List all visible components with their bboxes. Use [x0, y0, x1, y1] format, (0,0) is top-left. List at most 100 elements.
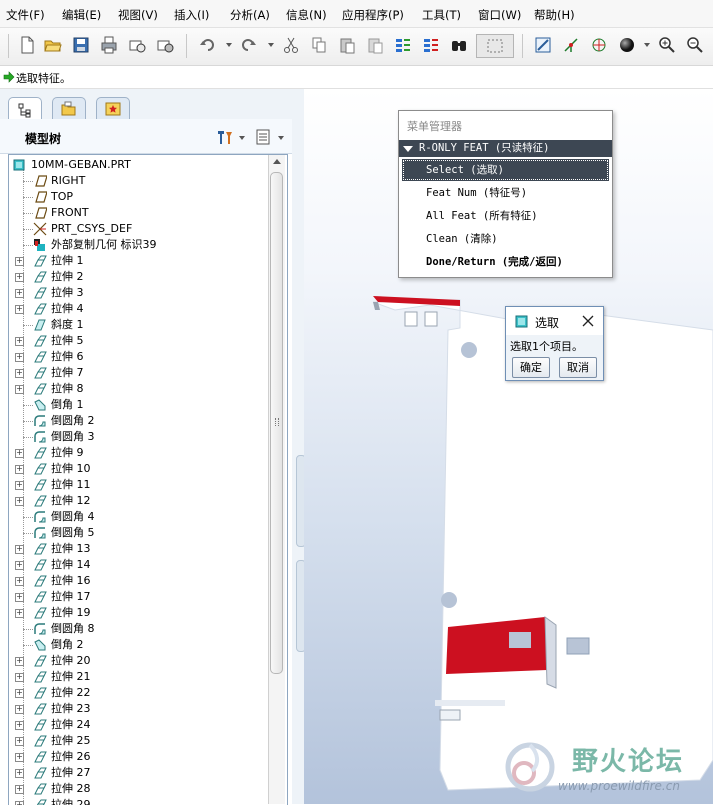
menu-tools[interactable]: 工具(T): [422, 7, 461, 23]
menu-analysis[interactable]: 分析(A): [230, 7, 270, 23]
ok-button[interactable]: 确定: [512, 357, 550, 378]
spin-center-icon[interactable]: [560, 34, 582, 56]
tree-item[interactable]: + 拉伸 16: [9, 573, 267, 589]
panel-splitter[interactable]: [292, 89, 304, 804]
expand-icon[interactable]: +: [15, 737, 24, 746]
expand-icon[interactable]: +: [15, 449, 24, 458]
email-icon[interactable]: [126, 34, 148, 56]
menu-item-clean[interactable]: Clean (清除): [402, 228, 609, 250]
menu-info[interactable]: 信息(N): [286, 7, 327, 23]
redo-icon[interactable]: [238, 34, 260, 56]
tree-item[interactable]: + 拉伸 26: [9, 749, 267, 765]
select-box-icon[interactable]: [476, 34, 514, 58]
tree-item[interactable]: + 拉伸 14: [9, 557, 267, 573]
tree-item[interactable]: + 拉伸 19: [9, 605, 267, 621]
tab-favorites[interactable]: [96, 97, 130, 120]
tree-item[interactable]: 倒角 1: [9, 397, 267, 413]
shading-icon[interactable]: [616, 34, 638, 56]
expand-icon[interactable]: +: [15, 657, 24, 666]
expand-icon[interactable]: +: [15, 689, 24, 698]
tree-item[interactable]: + 拉伸 3: [9, 285, 267, 301]
menu-item-all-feat[interactable]: All Feat (所有特征): [402, 205, 609, 227]
expand-icon[interactable]: +: [15, 577, 24, 586]
tree-root-item[interactable]: 10MM-GEBAN.PRT: [9, 157, 267, 173]
copy-icon[interactable]: [308, 34, 330, 56]
tree-item[interactable]: + 拉伸 9: [9, 445, 267, 461]
regenerate-icon[interactable]: [392, 34, 414, 56]
expand-icon[interactable]: +: [15, 465, 24, 474]
menu-window[interactable]: 窗口(W): [478, 7, 521, 23]
tree-item[interactable]: + 拉伸 4: [9, 301, 267, 317]
tree-item[interactable]: PRT_CSYS_DEF: [9, 221, 267, 237]
zoom-in-icon[interactable]: [656, 34, 678, 56]
tree-item[interactable]: + 拉伸 1: [9, 253, 267, 269]
regen-manager-icon[interactable]: [420, 34, 442, 56]
tree-item[interactable]: + 拉伸 11: [9, 477, 267, 493]
scroll-up-icon[interactable]: [273, 159, 281, 164]
undo-icon[interactable]: [196, 34, 218, 56]
expand-icon[interactable]: +: [15, 769, 24, 778]
cut-icon[interactable]: [280, 34, 302, 56]
tab-model-tree[interactable]: [8, 97, 42, 121]
orient-icon[interactable]: [588, 34, 610, 56]
expand-icon[interactable]: +: [15, 481, 24, 490]
expand-icon[interactable]: +: [15, 273, 24, 282]
save-icon[interactable]: [70, 34, 92, 56]
tree-item[interactable]: FRONT: [9, 205, 267, 221]
menu-item-feat-num[interactable]: Feat Num (特征号): [402, 182, 609, 204]
paste-special-icon[interactable]: [364, 34, 386, 56]
tree-item[interactable]: + 拉伸 12: [9, 493, 267, 509]
expand-icon[interactable]: +: [15, 785, 24, 794]
expand-icon[interactable]: +: [15, 369, 24, 378]
expand-icon[interactable]: +: [15, 609, 24, 618]
tree-item[interactable]: 倒圆角 5: [9, 525, 267, 541]
tree-item[interactable]: + 拉伸 21: [9, 669, 267, 685]
expand-icon[interactable]: +: [15, 705, 24, 714]
tree-item[interactable]: + 拉伸 25: [9, 733, 267, 749]
tree-item[interactable]: + 拉伸 6: [9, 349, 267, 365]
tree-item[interactable]: 倒圆角 2: [9, 413, 267, 429]
tree-item[interactable]: 倒圆角 4: [9, 509, 267, 525]
expand-icon[interactable]: +: [15, 385, 24, 394]
tree-item[interactable]: + 拉伸 28: [9, 781, 267, 797]
zoom-out-icon[interactable]: [684, 34, 706, 56]
close-icon[interactable]: [582, 315, 594, 327]
expand-icon[interactable]: +: [15, 289, 24, 298]
email-attach-icon[interactable]: [154, 34, 176, 56]
undo-dropdown-icon[interactable]: [226, 43, 232, 47]
tree-item[interactable]: + 拉伸 13: [9, 541, 267, 557]
menu-view[interactable]: 视图(V): [118, 7, 158, 23]
tree-item[interactable]: + 拉伸 7: [9, 365, 267, 381]
expand-icon[interactable]: +: [15, 801, 24, 805]
menu-help[interactable]: 帮助(H): [534, 7, 575, 23]
tab-folder-browser[interactable]: [52, 97, 86, 120]
tree-item[interactable]: 倒圆角 8: [9, 621, 267, 637]
tree-item[interactable]: + 拉伸 27: [9, 765, 267, 781]
expand-icon[interactable]: +: [15, 561, 24, 570]
menu-file[interactable]: 文件(F): [6, 7, 45, 23]
new-file-icon[interactable]: [16, 34, 38, 56]
expand-icon[interactable]: +: [15, 753, 24, 762]
tree-item[interactable]: RIGHT: [9, 173, 267, 189]
tree-item[interactable]: TOP: [9, 189, 267, 205]
expand-icon[interactable]: +: [15, 257, 24, 266]
open-folder-icon[interactable]: [42, 34, 64, 56]
menu-item-done-return[interactable]: Done/Return (完成/返回): [402, 251, 609, 273]
tree-item[interactable]: 斜度 1: [9, 317, 267, 333]
tree-item[interactable]: + 拉伸 20: [9, 653, 267, 669]
tree-settings-button[interactable]: [216, 128, 234, 146]
tree-show-button[interactable]: [254, 128, 272, 146]
tree-item[interactable]: + 拉伸 10: [9, 461, 267, 477]
menu-item-select[interactable]: Select (选取): [402, 159, 609, 181]
tree-item[interactable]: + 拉伸 17: [9, 589, 267, 605]
expand-icon[interactable]: +: [15, 337, 24, 346]
tree-item[interactable]: + 拉伸 5: [9, 333, 267, 349]
tree-item[interactable]: 倒角 2: [9, 637, 267, 653]
cancel-button[interactable]: 取消: [559, 357, 597, 378]
expand-icon[interactable]: +: [15, 593, 24, 602]
tree-item[interactable]: 倒圆角 3: [9, 429, 267, 445]
tree-item[interactable]: + 拉伸 23: [9, 701, 267, 717]
tree-item[interactable]: + 拉伸 2: [9, 269, 267, 285]
tree-item[interactable]: + 拉伸 24: [9, 717, 267, 733]
tree-settings-dropdown-icon[interactable]: [239, 136, 245, 140]
